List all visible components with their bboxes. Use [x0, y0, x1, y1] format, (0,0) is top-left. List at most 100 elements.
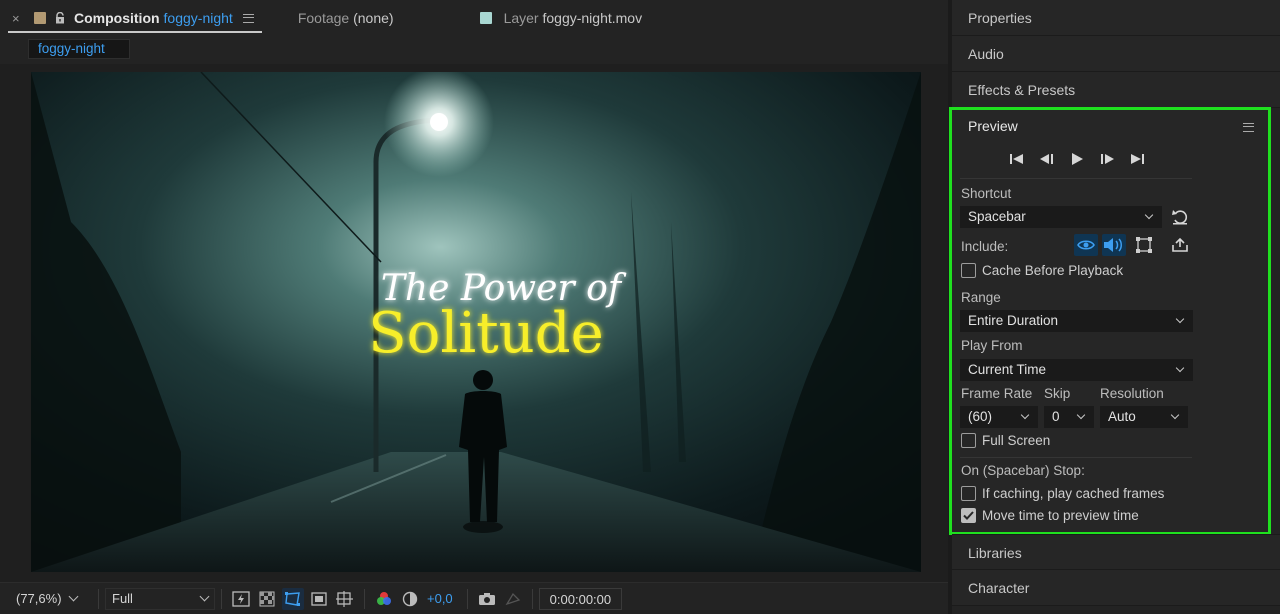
tab-footage-label: Footage [297, 10, 350, 26]
tab-footage[interactable]: Footage (none) [298, 0, 394, 36]
region-of-interest-icon[interactable] [308, 588, 330, 610]
reset-shortcut-icon[interactable] [1168, 206, 1192, 228]
exposure-value[interactable]: +0,0 [427, 588, 453, 610]
panel-libraries[interactable]: Libraries [952, 534, 1280, 570]
tab-composition[interactable]: × Composition foggy-night [0, 0, 262, 36]
reset-exposure-icon[interactable] [399, 588, 421, 610]
foggy-night-image: The Power of Solitude [31, 72, 921, 572]
play-from-select[interactable]: Current Time [960, 359, 1193, 381]
camera-icon[interactable] [476, 588, 498, 610]
zoom-select[interactable]: (77,6%) [6, 588, 92, 610]
include-overlays-icon[interactable] [1132, 234, 1156, 256]
range-label: Range [961, 290, 1001, 305]
composition-panel: × Composition foggy-night Footage (none)… [0, 0, 948, 614]
mask-path-visibility-icon[interactable] [282, 587, 304, 610]
composition-frame[interactable]: The Power of Solitude [31, 72, 921, 572]
range-select[interactable]: Entire Duration [960, 310, 1193, 332]
toolbar-divider [466, 588, 468, 609]
include-audio-speaker-icon[interactable] [1102, 234, 1126, 256]
chevron-down-icon [1170, 410, 1180, 420]
checkbox-unchecked[interactable] [961, 263, 976, 278]
chevron-down-icon [199, 591, 210, 602]
panel-audio[interactable]: Audio [952, 36, 1280, 72]
toolbar-divider [221, 588, 222, 609]
show-snapshot-icon[interactable] [502, 588, 524, 610]
chevron-down-icon [1020, 410, 1030, 420]
chevron-down-icon [1144, 210, 1154, 220]
checkbox-unchecked[interactable] [961, 486, 976, 501]
range-value: Entire Duration [968, 313, 1059, 328]
preview-divider [960, 457, 1192, 458]
first-frame-icon[interactable] [1006, 150, 1028, 168]
shortcut-label: Shortcut [961, 186, 1012, 201]
resolution-label: Resolution [1100, 386, 1164, 401]
current-time-display[interactable]: 0:00:00:00 [538, 587, 623, 610]
cache-before-playback-checkbox[interactable]: Cache Before Playback [961, 263, 1123, 278]
panel-character[interactable]: Character [952, 570, 1280, 606]
show-channel-icon[interactable] [373, 588, 395, 610]
composition-viewer[interactable]: The Power of Solitude [0, 64, 948, 582]
panel-properties[interactable]: Properties [952, 0, 1280, 36]
label-color-swatch [34, 12, 46, 24]
full-screen-checkbox[interactable]: Full Screen [961, 433, 1050, 448]
chevron-down-icon [68, 591, 78, 602]
chevron-down-icon [1175, 363, 1185, 373]
if-caching-checkbox[interactable]: If caching, play cached frames [961, 486, 1164, 501]
after-effects-window: × Composition foggy-night Footage (none)… [0, 0, 1280, 614]
if-caching-label: If caching, play cached frames [982, 486, 1165, 501]
skip-select[interactable]: 0 [1044, 406, 1094, 428]
preview-resolution-value: Auto [1108, 409, 1136, 424]
move-time-label: Move time to preview time [982, 508, 1139, 523]
zoom-value: (77,6%) [16, 591, 62, 606]
cache-before-label: Cache Before Playback [982, 263, 1124, 278]
frame-rate-select[interactable]: (60) [960, 406, 1038, 428]
transparency-grid-icon[interactable] [256, 588, 278, 610]
checkbox-checked[interactable] [961, 508, 976, 523]
tab-layer-value: foggy-night.mov [542, 10, 643, 26]
external-video-output-icon[interactable] [1168, 234, 1192, 256]
composition-name[interactable]: foggy-night [164, 10, 233, 26]
frame-rate-value: (60) [968, 409, 993, 424]
tab-composition-label: Composition [74, 10, 160, 26]
transport-controls [1006, 150, 1148, 168]
chevron-down-icon [1175, 314, 1185, 324]
checkbox-unchecked[interactable] [961, 433, 976, 448]
composition-subtab[interactable]: foggy-night [28, 39, 130, 59]
include-label: Include: [961, 239, 1009, 254]
right-panel-stack: Properties Audio Effects & Presets Previ… [949, 0, 1280, 614]
include-video-eye-icon[interactable] [1074, 234, 1098, 256]
previous-frame-icon[interactable] [1036, 150, 1058, 168]
resolution-select[interactable]: Full [105, 587, 215, 610]
tab-footage-value: (none) [353, 10, 394, 26]
tab-layer[interactable]: Layer foggy-night.mov [479, 0, 643, 36]
skip-label: Skip [1044, 386, 1071, 401]
fast-previews-icon[interactable] [230, 588, 252, 610]
play-icon[interactable] [1066, 150, 1088, 168]
on-stop-label: On (Spacebar) Stop: [961, 463, 1085, 478]
preview-menu-icon[interactable] [1243, 123, 1254, 132]
tab-layer-label: Layer [503, 10, 539, 26]
preview-divider [960, 178, 1192, 179]
frame-rate-label: Frame Rate [961, 386, 1033, 401]
preview-panel: Preview Shortcut Spacebar Include: Cache… [949, 107, 1271, 535]
layer-color-swatch [479, 12, 492, 24]
frame-title-line2: Solitude [368, 301, 603, 366]
viewer-toolbar: (77,6%) Full +0,0 0:00:00:00 [0, 582, 948, 614]
toolbar-divider [98, 588, 99, 609]
shortcut-select[interactable]: Spacebar [960, 206, 1162, 228]
play-from-value: Current Time [968, 362, 1047, 377]
panel-menu-icon[interactable] [242, 13, 254, 23]
preview-title: Preview [968, 118, 1018, 134]
lock-icon[interactable] [54, 11, 66, 24]
next-frame-icon[interactable] [1096, 150, 1118, 168]
panel-effects-presets[interactable]: Effects & Presets [952, 72, 1280, 108]
close-icon[interactable]: × [12, 11, 28, 26]
play-from-label: Play From [961, 338, 1023, 353]
grid-guide-options-icon[interactable] [334, 588, 356, 610]
move-time-checkbox[interactable]: Move time to preview time [961, 508, 1139, 523]
chevron-down-icon [1076, 410, 1086, 420]
last-frame-icon[interactable] [1126, 150, 1148, 168]
preview-resolution-select[interactable]: Auto [1100, 406, 1188, 428]
full-screen-label: Full Screen [982, 433, 1051, 448]
shortcut-value: Spacebar [968, 209, 1026, 224]
